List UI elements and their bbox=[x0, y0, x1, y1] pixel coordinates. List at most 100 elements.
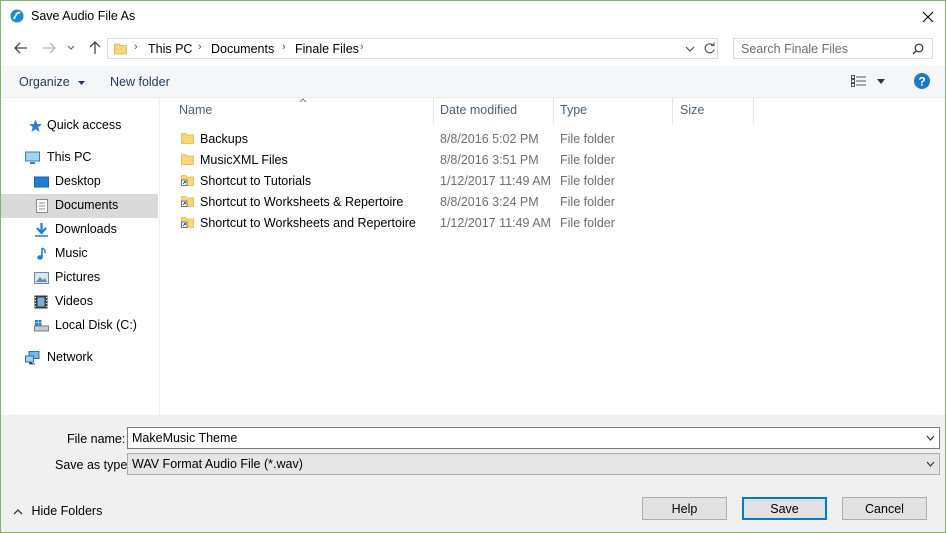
file-row[interactable]: Shortcut to Tutorials 1/12/2017 11:49 AM… bbox=[160, 171, 945, 192]
nav-label-pictures: Pictures bbox=[55, 270, 101, 284]
recent-locations-button[interactable] bbox=[66, 40, 76, 56]
save-type-select[interactable]: WAV Format Audio File (*.wav) bbox=[127, 453, 940, 475]
nav-item-videos[interactable]: Videos bbox=[1, 290, 158, 314]
nav-label-documents: Documents bbox=[55, 198, 119, 212]
nav-item-pictures[interactable]: Pictures bbox=[1, 266, 158, 290]
nav-label-desktop: Desktop bbox=[55, 174, 101, 188]
nav-label-this-pc: This PC bbox=[47, 150, 92, 164]
view-options-icon[interactable] bbox=[851, 75, 867, 87]
file-date: 8/8/2016 3:51 PM bbox=[440, 153, 539, 167]
network-icon bbox=[25, 351, 40, 365]
organize-label: Organize bbox=[19, 75, 70, 89]
close-icon bbox=[922, 11, 934, 22]
nav-label-videos: Videos bbox=[55, 294, 93, 308]
computer-icon bbox=[25, 151, 40, 164]
breadcrumb-finale-files[interactable]: Finale Files bbox=[295, 42, 359, 56]
caret-down-icon bbox=[78, 80, 86, 85]
column-header-size[interactable]: Size bbox=[680, 103, 704, 117]
desktop-icon bbox=[34, 176, 49, 188]
help-button[interactable]: Help bbox=[642, 497, 727, 520]
file-row[interactable]: Backups 8/8/2016 5:02 PM File folder bbox=[160, 129, 945, 150]
file-name-field[interactable]: MakeMusic Theme bbox=[127, 427, 940, 449]
nav-item-network[interactable]: Network bbox=[1, 346, 158, 370]
up-button[interactable] bbox=[87, 40, 103, 56]
column-header-name[interactable]: Name bbox=[179, 103, 212, 117]
file-list: Name Date modified Type Size Backups 8/8… bbox=[160, 98, 945, 415]
breadcrumb-separator: › bbox=[198, 41, 202, 53]
documents-icon bbox=[36, 199, 48, 213]
chevron-down-icon[interactable] bbox=[926, 434, 935, 442]
title-bar: Save Audio File As bbox=[1, 1, 945, 32]
column-header-type[interactable]: Type bbox=[560, 103, 587, 117]
file-date: 1/12/2017 11:49 AM bbox=[440, 174, 551, 188]
folder-icon bbox=[181, 133, 194, 144]
nav-item-desktop[interactable]: Desktop bbox=[1, 170, 158, 194]
close-button[interactable] bbox=[911, 1, 945, 32]
file-type: File folder bbox=[560, 132, 615, 146]
file-type: File folder bbox=[560, 216, 615, 230]
nav-item-documents[interactable]: Documents bbox=[1, 194, 158, 218]
column-divider[interactable] bbox=[433, 98, 434, 124]
chevron-down-icon bbox=[926, 461, 935, 467]
nav-item-this-pc[interactable]: This PC bbox=[1, 146, 158, 170]
nav-label-music: Music bbox=[55, 246, 88, 260]
breadcrumb-documents[interactable]: Documents bbox=[211, 42, 274, 56]
search-icon bbox=[912, 43, 924, 55]
breadcrumb-separator: › bbox=[134, 41, 138, 53]
cancel-button[interactable]: Cancel bbox=[842, 497, 927, 520]
hide-folders-toggle[interactable]: Hide Folders bbox=[13, 504, 102, 518]
search-input[interactable]: Search Finale Files bbox=[733, 38, 933, 59]
column-divider[interactable] bbox=[753, 98, 754, 124]
forward-button[interactable] bbox=[41, 40, 57, 56]
file-type: File folder bbox=[560, 174, 615, 188]
file-row[interactable]: Shortcut to Worksheets and Repertoire 1/… bbox=[160, 213, 945, 234]
back-arrow-icon bbox=[14, 42, 27, 54]
help-icon[interactable]: ? bbox=[914, 73, 930, 89]
shortcut-folder-icon bbox=[181, 217, 194, 228]
file-row[interactable]: MusicXML Files 8/8/2016 3:51 PM File fol… bbox=[160, 150, 945, 171]
nav-item-quick-access[interactable]: Quick access bbox=[1, 114, 158, 138]
view-dropdown-icon[interactable] bbox=[877, 79, 885, 84]
breadcrumb-this-pc[interactable]: This PC bbox=[148, 42, 192, 56]
file-name: Shortcut to Worksheets and Repertoire bbox=[200, 216, 416, 230]
nav-label-quick-access: Quick access bbox=[47, 118, 122, 132]
shortcut-folder-icon bbox=[181, 196, 194, 207]
breadcrumb-separator: › bbox=[282, 41, 286, 53]
file-type: File folder bbox=[560, 195, 615, 209]
nav-label-local-disk: Local Disk (C:) bbox=[55, 318, 137, 332]
column-divider[interactable] bbox=[553, 98, 554, 124]
drive-icon bbox=[34, 320, 49, 332]
address-dropdown-icon[interactable] bbox=[685, 46, 695, 53]
save-button[interactable]: Save bbox=[742, 497, 827, 520]
save-dialog: Save Audio File As › This PC › Documents… bbox=[0, 0, 946, 533]
nav-item-local-disk[interactable]: Local Disk (C:) bbox=[1, 314, 158, 338]
folder-icon bbox=[181, 154, 194, 165]
file-date: 1/12/2017 11:49 AM bbox=[440, 216, 551, 230]
address-bar[interactable]: › This PC › Documents › Finale Files › bbox=[107, 38, 718, 59]
forward-arrow-icon bbox=[43, 42, 56, 54]
column-divider[interactable] bbox=[672, 98, 673, 124]
nav-item-downloads[interactable]: Downloads bbox=[1, 218, 158, 242]
column-header-date[interactable]: Date modified bbox=[440, 103, 517, 117]
save-options-panel: File name: MakeMusic Theme Save as type:… bbox=[1, 415, 945, 532]
finale-app-icon bbox=[10, 9, 24, 23]
refresh-icon[interactable] bbox=[703, 42, 716, 55]
breadcrumb-separator: › bbox=[360, 41, 364, 53]
file-name: Shortcut to Worksheets & Repertoire bbox=[200, 195, 404, 209]
up-arrow-icon bbox=[89, 41, 101, 54]
file-row[interactable]: Shortcut to Worksheets & Repertoire 8/8/… bbox=[160, 192, 945, 213]
pictures-icon bbox=[34, 272, 49, 284]
file-type: File folder bbox=[560, 153, 615, 167]
search-placeholder: Search Finale Files bbox=[741, 42, 848, 56]
new-folder-button[interactable]: New folder bbox=[110, 75, 170, 89]
videos-icon bbox=[34, 295, 48, 309]
svg-text:?: ? bbox=[918, 75, 925, 89]
file-name-value: MakeMusic Theme bbox=[132, 431, 238, 445]
nav-item-music[interactable]: Music bbox=[1, 242, 158, 266]
file-name: Shortcut to Tutorials bbox=[200, 174, 312, 188]
back-button[interactable] bbox=[13, 40, 29, 56]
organize-button[interactable]: Organize bbox=[19, 75, 86, 89]
star-icon bbox=[29, 119, 42, 132]
file-name: Backups bbox=[200, 132, 248, 146]
music-note-icon bbox=[37, 247, 46, 260]
